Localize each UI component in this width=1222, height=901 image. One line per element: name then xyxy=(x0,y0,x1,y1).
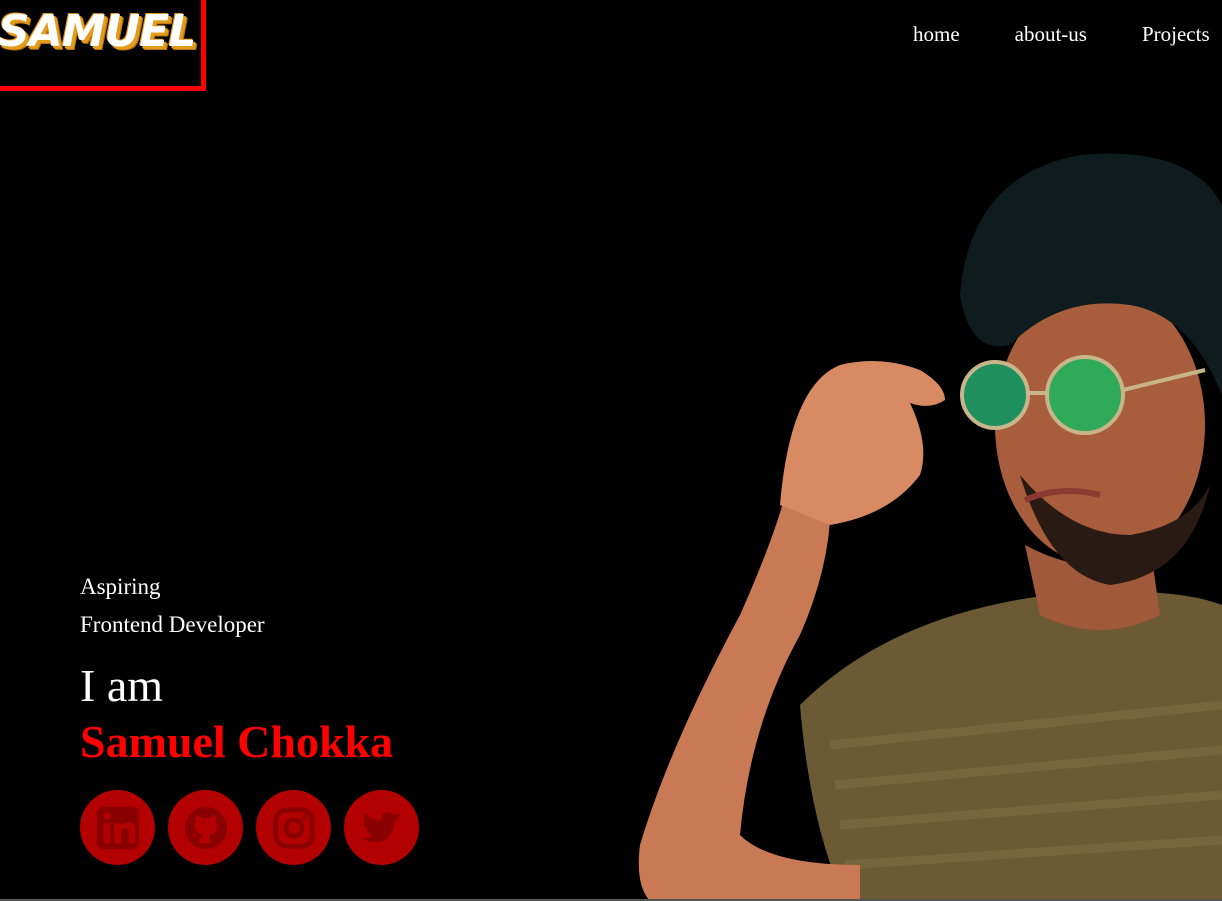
instagram-link[interactable] xyxy=(256,790,331,865)
instagram-icon xyxy=(272,806,315,849)
profile-photo xyxy=(638,153,1222,901)
hero-name: Samuel Chokka xyxy=(80,716,394,767)
github-icon xyxy=(184,806,227,849)
linkedin-icon xyxy=(96,806,139,849)
logo[interactable]: SAMUEL xyxy=(0,6,196,57)
linkedin-link[interactable] xyxy=(80,790,155,865)
logo-frame: SAMUEL xyxy=(0,0,206,91)
nav-home[interactable]: home xyxy=(913,22,960,47)
hero-section: Aspiring Frontend Developer I am Samuel … xyxy=(80,568,393,770)
hero-intro: I am xyxy=(80,660,164,711)
twitter-link[interactable] xyxy=(344,790,419,865)
nav-about-us[interactable]: about-us xyxy=(1015,22,1087,47)
github-link[interactable] xyxy=(168,790,243,865)
social-links xyxy=(80,790,419,865)
twitter-icon xyxy=(361,811,401,842)
hero-subtitle-line2: Frontend Developer xyxy=(80,612,265,637)
hero-subtitle-line1: Aspiring xyxy=(80,574,161,599)
main-nav: home about-us Projects xyxy=(913,22,1210,47)
nav-projects[interactable]: Projects xyxy=(1142,22,1210,47)
